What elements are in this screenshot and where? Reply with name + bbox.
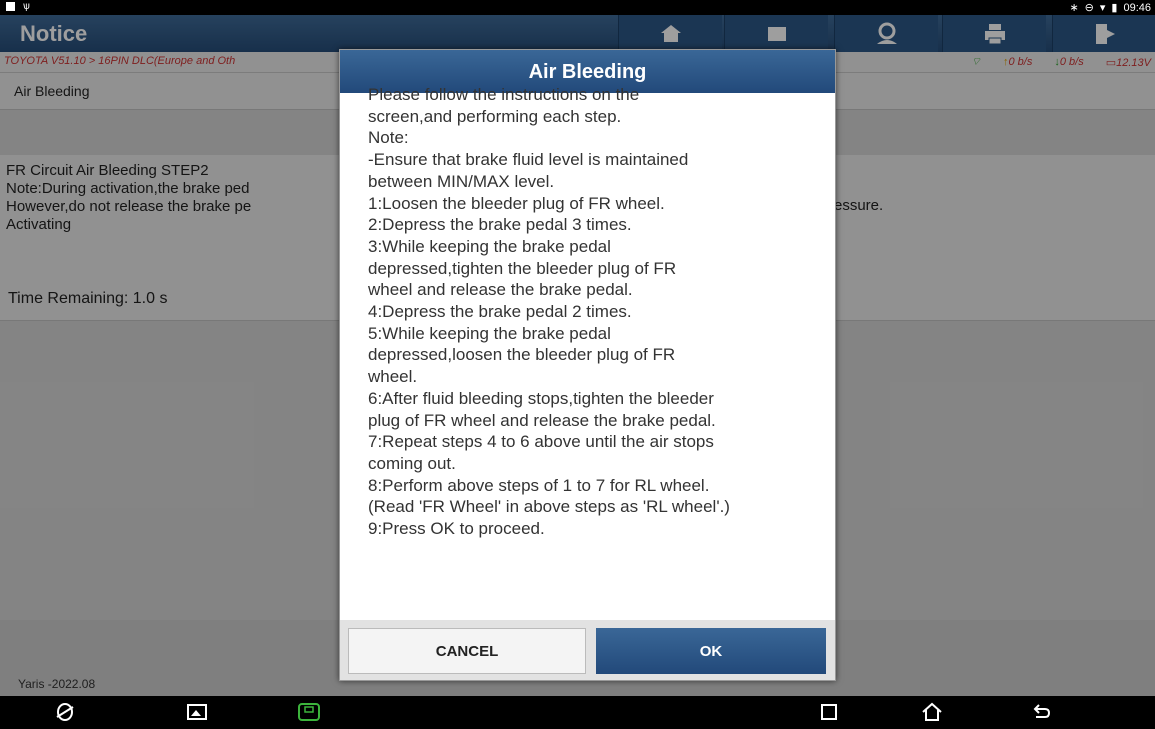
nav-bar: [0, 696, 1155, 729]
bluetooth-icon: ∗: [1069, 2, 1079, 14]
home-icon[interactable]: [920, 701, 944, 728]
instruction-line: coming out.: [368, 453, 456, 473]
instruction-line: 4:Depress the brake pedal 2 times.: [368, 302, 632, 322]
instruction-line: plug of FR wheel and release the brake p…: [368, 410, 716, 430]
instruction-line: depressed,tighten the bleeder plug of FR: [368, 258, 677, 278]
instruction-line: 6:After fluid bleeding stops,tighten the…: [368, 388, 714, 408]
instruction-line: 8:Perform above steps of 1 to 7 for RL w…: [368, 475, 710, 495]
cancel-button[interactable]: CANCEL: [348, 628, 586, 674]
browser-icon[interactable]: [54, 701, 76, 728]
instruction-line: 2:Depress the brake pedal 3 times.: [368, 215, 632, 235]
clock: 09:46: [1123, 1, 1151, 14]
air-bleeding-dialog: Air Bleeding Please follow the instructi…: [339, 49, 836, 681]
instruction-line: 3:While keeping the brake pedal: [368, 236, 611, 256]
recents-icon[interactable]: [818, 701, 840, 728]
instruction-line: wheel.: [368, 367, 418, 387]
instruction-line: 5:While keeping the brake pedal: [368, 323, 611, 343]
dialog-body: Please follow the instructions on the sc…: [368, 84, 828, 616]
dnd-icon: ⊖: [1084, 2, 1094, 14]
wifi-icon: ▾: [1099, 2, 1106, 14]
instruction-line: 1:Loosen the bleeder plug of FR wheel.: [368, 193, 665, 213]
dialog-footer: CANCEL OK: [340, 620, 835, 680]
battery-icon: ▮: [1111, 2, 1118, 14]
instruction-line: between MIN/MAX level.: [368, 171, 555, 191]
instruction-line: Note:: [368, 128, 409, 148]
instruction-line: (Read 'FR Wheel' in above steps as 'RL w…: [368, 497, 730, 517]
instruction-line: Please follow the instructions on the: [368, 85, 640, 104]
instruction-line: depressed,loosen the bleeder plug of FR: [368, 345, 676, 365]
status-bar: ѱ ∗ ⊖ ▾ ▮ 09:46: [0, 0, 1155, 15]
back-icon[interactable]: [1030, 701, 1052, 728]
usb-icon: ѱ: [23, 1, 30, 12]
instruction-line: -Ensure that brake fluid level is mainta…: [368, 150, 689, 170]
instruction-line: screen,and performing each step.: [368, 106, 622, 126]
ok-button[interactable]: OK: [596, 628, 826, 674]
instruction-line: wheel and release the brake pedal.: [368, 280, 633, 300]
instruction-line: 9:Press OK to proceed.: [368, 519, 545, 539]
instruction-line: 7:Repeat steps 4 to 6 above until the ai…: [368, 432, 714, 452]
image-notification-icon: [6, 2, 15, 11]
gallery-icon[interactable]: [186, 701, 208, 728]
vci-icon[interactable]: [296, 701, 322, 728]
